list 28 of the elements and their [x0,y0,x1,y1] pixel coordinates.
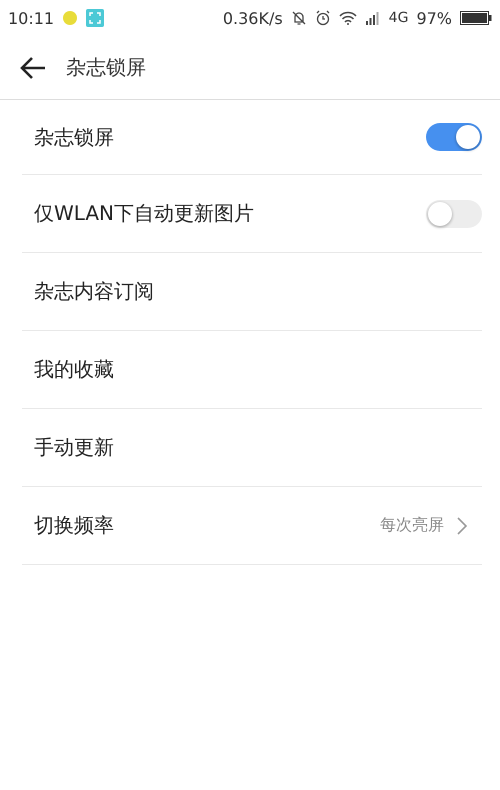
status-time: 10:11 [8,8,54,28]
setting-value: 每次亮屏 [380,515,444,536]
network-speed: 0.36K/s [222,8,283,28]
notification-icon [62,10,78,26]
settings-row[interactable]: 手动更新 [22,409,482,487]
page-title: 杂志锁屏 [66,54,146,81]
signal-icon [364,11,381,25]
alarm-icon [314,10,331,26]
settings-row[interactable]: 我的收藏 [22,331,482,409]
toggle-switch[interactable] [426,123,482,151]
setting-label: 杂志锁屏 [34,124,115,150]
chevron-right-icon [456,516,468,536]
network-type: 4G [388,10,408,26]
settings-row[interactable]: 仅WLAN下自动更新图片 [22,175,482,253]
setting-label: 杂志内容订阅 [34,278,155,305]
battery-percent: 97% [416,8,452,28]
settings-row[interactable]: 杂志锁屏 [22,100,482,175]
scan-icon [86,9,104,27]
setting-label: 切换频率 [34,512,115,539]
settings-row[interactable]: 杂志内容订阅 [22,253,482,331]
settings-row[interactable]: 切换频率 每次亮屏 [22,487,482,565]
toggle-switch[interactable] [426,200,482,228]
wifi-icon [338,11,357,25]
setting-label: 仅WLAN下自动更新图片 [34,200,256,227]
setting-label: 我的收藏 [34,356,115,383]
battery-icon [460,11,492,25]
bell-muted-icon [290,10,307,26]
setting-label: 手动更新 [34,434,115,461]
